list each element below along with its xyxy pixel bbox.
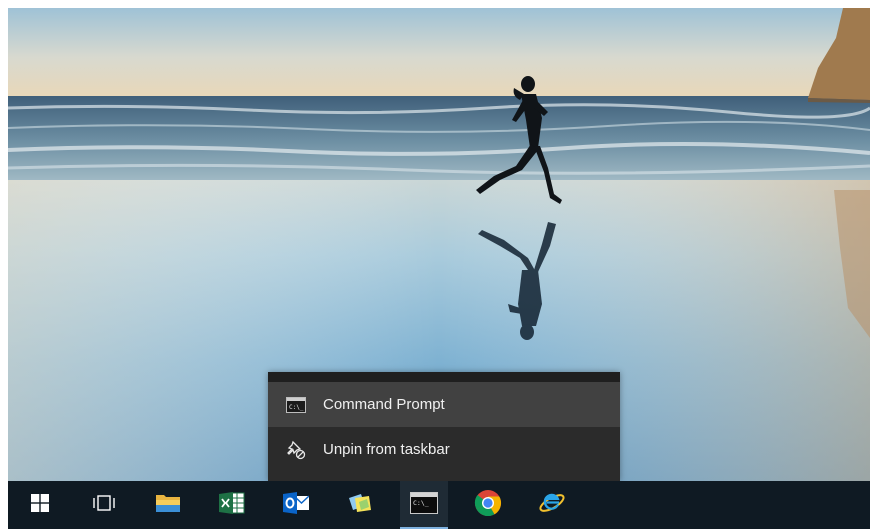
command-prompt-icon: C:\_ (410, 491, 438, 519)
internet-explorer-button[interactable] (528, 481, 576, 529)
start-button[interactable] (16, 481, 64, 529)
chrome-button[interactable] (464, 481, 512, 529)
chrome-icon (474, 489, 502, 522)
command-prompt-icon: C:\_ (285, 395, 307, 415)
excel-button[interactable] (208, 481, 256, 529)
file-explorer-button[interactable] (144, 481, 192, 529)
svg-text:C:\_: C:\_ (413, 499, 429, 507)
unpin-icon (285, 440, 307, 460)
sticky-notes-icon (347, 492, 373, 519)
desktop-frame: C:\_ Command Prompt Unpin from taskbar C… (8, 8, 870, 529)
outlook-icon (283, 491, 310, 520)
windows-logo-icon (31, 493, 49, 517)
folder-icon (155, 492, 181, 519)
taskbar: C:\_ (8, 481, 870, 529)
task-view-icon (92, 494, 116, 516)
internet-explorer-icon (538, 489, 566, 522)
svg-text:C:\_: C:\_ (289, 404, 304, 411)
menu-item-unpin[interactable]: Unpin from taskbar (268, 427, 620, 472)
excel-icon (219, 491, 245, 520)
menu-item-label: Unpin from taskbar (323, 441, 450, 458)
outlook-button[interactable] (272, 481, 320, 529)
sticky-notes-button[interactable] (336, 481, 384, 529)
taskbar-jump-list: C:\_ Command Prompt Unpin from taskbar (268, 372, 620, 481)
jump-list-header (268, 372, 620, 382)
command-prompt-button[interactable]: C:\_ (400, 481, 448, 529)
menu-item-command-prompt[interactable]: C:\_ Command Prompt (268, 382, 620, 427)
task-view-button[interactable] (80, 481, 128, 529)
menu-item-label: Command Prompt (323, 396, 445, 413)
